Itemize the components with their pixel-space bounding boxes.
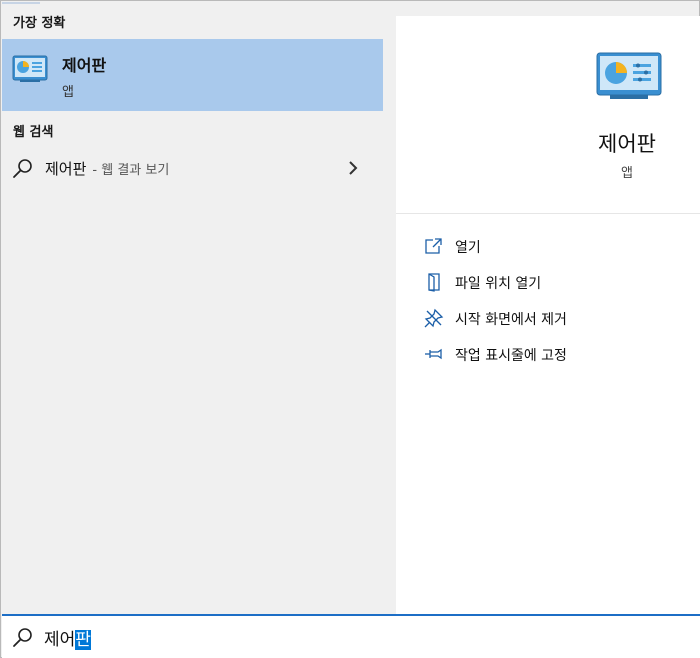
action-unpin-start[interactable]: 시작 화면에서 제거 [424,306,684,330]
web-search-heading: 웹 검색 [13,125,54,140]
search-icon [13,628,32,647]
best-match-heading: 가장 정확 [13,16,66,31]
unpin-start-icon [424,308,444,328]
action-file-location-label: 파일 위치 열기 [455,276,542,292]
best-match-title: 제어판 [62,56,107,75]
top-accent-bar [2,2,40,4]
preview-subtitle: 앱 [621,166,633,181]
web-result-query: 제어판 [45,160,87,178]
best-match-control-panel[interactable]: 제어판 앱 [2,39,383,111]
action-open-file-location[interactable]: 파일 위치 열기 [424,270,684,294]
action-open[interactable]: 열기 [424,234,684,258]
web-search-result[interactable]: 제어판 - 웹 결과 보기 [2,151,383,185]
action-open-label: 열기 [455,240,481,256]
search-selected-text: 판 [75,630,91,650]
open-icon [425,238,442,254]
search-typed-text: 제어 [44,630,76,650]
action-unpin-start-label: 시작 화면에서 제거 [455,312,567,328]
file-location-icon [428,273,440,292]
control-panel-large-icon [596,52,662,99]
control-panel-icon [12,55,48,82]
web-result-suffix: - 웹 결과 보기 [92,163,170,178]
search-icon [13,159,32,178]
preview-pane: 제어판 앱 열기 파일 위치 열기 시작 화면에서 제거 작업 표시줄에 고정 [396,16,700,614]
pin-taskbar-icon [425,348,442,360]
action-pin-taskbar[interactable]: 작업 표시줄에 고정 [424,342,684,366]
preview-title: 제어판 [598,132,656,156]
chevron-right-icon[interactable] [346,159,360,177]
preview-divider [396,213,700,214]
search-box[interactable]: 제어판 [2,614,700,658]
best-match-subtitle: 앱 [62,85,74,100]
search-window: 가장 정확 제어판 앱 웹 검색 제어판 - 웹 결과 보기 제어판 앱 열기 … [0,0,700,658]
results-pane: 가장 정확 제어판 앱 웹 검색 제어판 - 웹 결과 보기 [2,2,383,614]
action-pin-taskbar-label: 작업 표시줄에 고정 [455,348,567,364]
search-input[interactable]: 제어판 [44,625,91,650]
